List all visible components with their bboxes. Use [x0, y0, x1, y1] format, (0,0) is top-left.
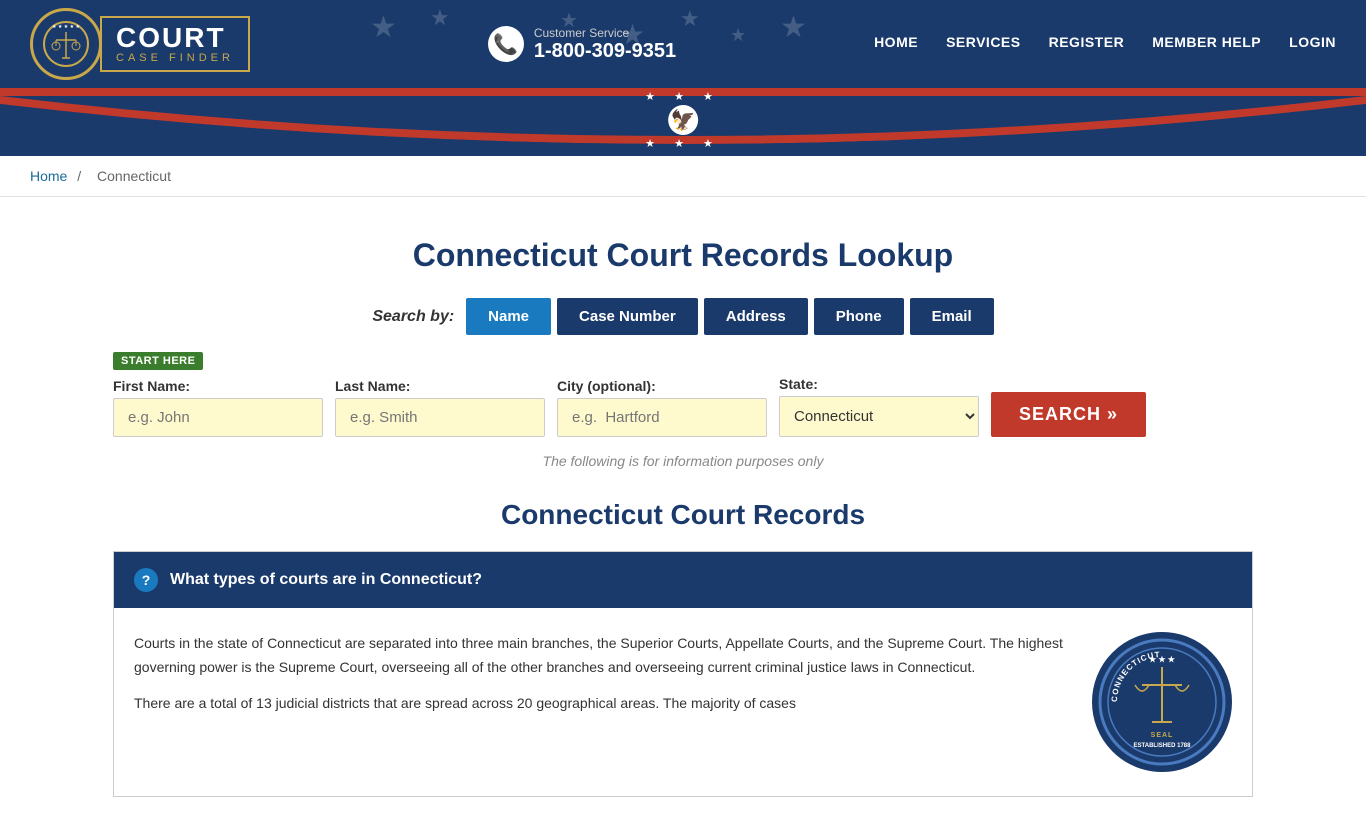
- breadcrumb-home[interactable]: Home: [30, 168, 67, 184]
- svg-text:★ ★ ★ ★ ★: ★ ★ ★ ★ ★: [52, 24, 80, 30]
- faq-question: What types of courts are in Connecticut?: [170, 571, 482, 589]
- breadcrumb-separator: /: [77, 168, 81, 184]
- state-select[interactable]: Connecticut California New York Texas: [779, 396, 979, 437]
- search-form: First Name: Last Name: City (optional): …: [113, 376, 1253, 437]
- logo-case-finder-text: CASE FINDER: [116, 52, 234, 64]
- state-group: State: Connecticut California New York T…: [779, 376, 979, 437]
- faq-para-2: There are a total of 13 judicial distric…: [134, 692, 1072, 716]
- eagle-symbol: 🦅: [668, 105, 698, 135]
- eagle-stars-top: ★ ★ ★: [645, 90, 721, 103]
- ct-seal-svg: CONNECTICUT ★ ★ ★ SE: [1097, 637, 1227, 767]
- svg-text:★ ★ ★: ★ ★ ★: [1149, 655, 1176, 664]
- faq-icon: ?: [134, 568, 158, 592]
- customer-service: 📞 Customer Service 1-800-309-9351: [488, 26, 676, 63]
- faq-header[interactable]: ? What types of courts are in Connecticu…: [114, 552, 1252, 608]
- nav-services[interactable]: SERVICES: [946, 34, 1021, 54]
- faq-item: ? What types of courts are in Connecticu…: [113, 551, 1253, 797]
- ct-seal-inner: CONNECTICUT ★ ★ ★ SE: [1097, 637, 1227, 767]
- svg-text:ESTABLISHED 1788: ESTABLISHED 1788: [1134, 743, 1192, 749]
- info-note: The following is for information purpose…: [113, 453, 1253, 469]
- tab-email[interactable]: Email: [910, 298, 994, 335]
- start-here-text: START HERE: [113, 352, 203, 370]
- records-section-title: Connecticut Court Records: [113, 499, 1253, 531]
- nav-register[interactable]: REGISTER: [1049, 34, 1125, 54]
- nav-member-help[interactable]: MEMBER HELP: [1152, 34, 1261, 54]
- breadcrumb-current: Connecticut: [97, 168, 171, 184]
- nav-home[interactable]: HOME: [874, 34, 918, 54]
- tab-case-number[interactable]: Case Number: [557, 298, 698, 335]
- first-name-label: First Name:: [113, 378, 323, 394]
- start-here-badge: START HERE: [113, 351, 1253, 376]
- faq-text: Courts in the state of Connecticut are s…: [134, 632, 1072, 727]
- cs-phone: 1-800-309-9351: [534, 40, 676, 63]
- logo-court-text: COURT: [116, 24, 234, 52]
- eagle-emblem: ★ ★ ★ 🦅 ★ ★ ★: [645, 90, 721, 150]
- cs-info: Customer Service 1-800-309-9351: [534, 26, 676, 63]
- breadcrumb: Home / Connecticut: [0, 156, 1366, 197]
- cs-label: Customer Service: [534, 26, 676, 40]
- eagle-stars-bottom: ★ ★ ★: [645, 137, 721, 150]
- ct-seal: CONNECTICUT ★ ★ ★ SE: [1092, 632, 1232, 772]
- search-button[interactable]: SEARCH »: [991, 392, 1146, 437]
- last-name-label: Last Name:: [335, 378, 545, 394]
- site-header: ★ ★ ★ ★ ★ ★ ★ ★ ★ ★ ★ ★ ★ COU: [0, 0, 1366, 88]
- city-label: City (optional):: [557, 378, 767, 394]
- search-by-label: Search by:: [372, 308, 454, 326]
- first-name-group: First Name:: [113, 378, 323, 437]
- city-input[interactable]: [557, 398, 767, 437]
- logo-circle: ★ ★ ★ ★ ★: [30, 8, 102, 80]
- first-name-input[interactable]: [113, 398, 323, 437]
- faq-para-1: Courts in the state of Connecticut are s…: [134, 632, 1072, 680]
- nav-login[interactable]: LOGIN: [1289, 34, 1336, 54]
- main-nav: HOME SERVICES REGISTER MEMBER HELP LOGIN: [874, 34, 1336, 54]
- state-label: State:: [779, 376, 979, 392]
- city-group: City (optional):: [557, 378, 767, 437]
- tab-phone[interactable]: Phone: [814, 298, 904, 335]
- ribbon-banner: ★ ★ ★ 🦅 ★ ★ ★: [0, 96, 1366, 156]
- svg-text:SEAL: SEAL: [1151, 732, 1174, 739]
- tab-address[interactable]: Address: [704, 298, 808, 335]
- main-content: Connecticut Court Records Lookup Search …: [83, 197, 1283, 817]
- search-by-row: Search by: Name Case Number Address Phon…: [113, 298, 1253, 335]
- phone-icon: 📞: [488, 26, 524, 62]
- last-name-group: Last Name:: [335, 378, 545, 437]
- last-name-input[interactable]: [335, 398, 545, 437]
- logo-text: COURT CASE FINDER: [100, 16, 250, 72]
- page-title: Connecticut Court Records Lookup: [113, 237, 1253, 274]
- logo[interactable]: ★ ★ ★ ★ ★ COURT CASE FINDER: [30, 8, 250, 80]
- tab-name[interactable]: Name: [466, 298, 551, 335]
